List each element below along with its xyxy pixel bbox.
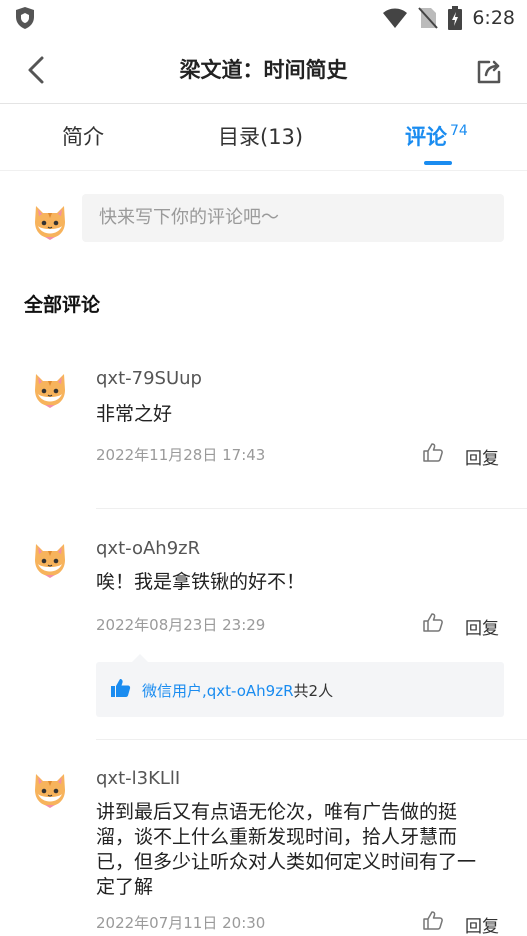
comment-username: qxt-l3KLlI [96,768,181,789]
battery-icon [448,6,463,30]
wifi-icon [383,8,408,28]
reply-button[interactable]: 回复 [465,614,499,639]
shield-icon [16,7,34,29]
no-sim-icon [418,7,439,29]
thumb-up-icon[interactable] [422,442,444,462]
tab-comments-label: 评论 [405,125,447,149]
comment-username: qxt-79SUup [96,368,202,389]
comment-username: qxt-oAh9zR [96,538,201,559]
likers-text: 微信用户,qxt-oAh9zR共2人 [142,680,333,701]
page-title: 梁文道：时间简史 [179,58,348,82]
comment-text: 非常之好 [96,403,173,425]
comment-text: 唉！我是拿铁锹的好不！ [96,571,306,593]
comment-date: 2022年08月23日 23:29 [96,616,266,634]
active-tab-indicator [424,161,452,165]
cat-avatar-icon [35,206,65,240]
cat-avatar-icon [35,544,65,578]
tab-bar: 简介 目录(13) 评论 74 [0,105,527,171]
likers-panel: 微信用户,qxt-oAh9zR共2人 [96,654,504,717]
share-icon[interactable] [475,58,503,86]
tab-intro[interactable]: 简介 [62,121,104,151]
cat-avatar-icon [35,774,65,808]
thumb-up-icon[interactable] [422,910,444,930]
divider [96,508,527,509]
comment-date: 2022年07月11日 20:30 [96,914,266,932]
thumb-up-icon[interactable] [422,612,444,632]
cat-avatar-icon [35,374,65,408]
comment-input[interactable]: 快来写下你的评论吧～ [82,194,504,242]
status-bar: 6:28 [0,0,527,36]
comment-text: 讲到最后又有点语无伦次，唯有广告做的挺溜，谈不上什么重新发现时间，拾人牙慧而已，… [96,801,477,898]
reply-button[interactable]: 回复 [465,444,499,469]
thumb-up-icon [111,679,131,697]
comment-date: 2022年11月28日 17:43 [96,446,266,464]
comment-count-badge: 74 [450,123,468,139]
all-comments-heading: 全部评论 [24,294,101,316]
tab-toc[interactable]: 目录(13) [218,121,303,151]
liker-names[interactable]: 微信用户,qxt-oAh9zR [142,682,294,700]
tab-comments[interactable]: 评论 74 [405,121,468,151]
divider [96,739,527,740]
reply-button[interactable]: 回复 [465,912,499,936]
liker-count: 共2人 [293,682,334,700]
status-time: 6:28 [472,7,515,29]
app-bar: 梁文道：时间简史 [0,36,527,104]
